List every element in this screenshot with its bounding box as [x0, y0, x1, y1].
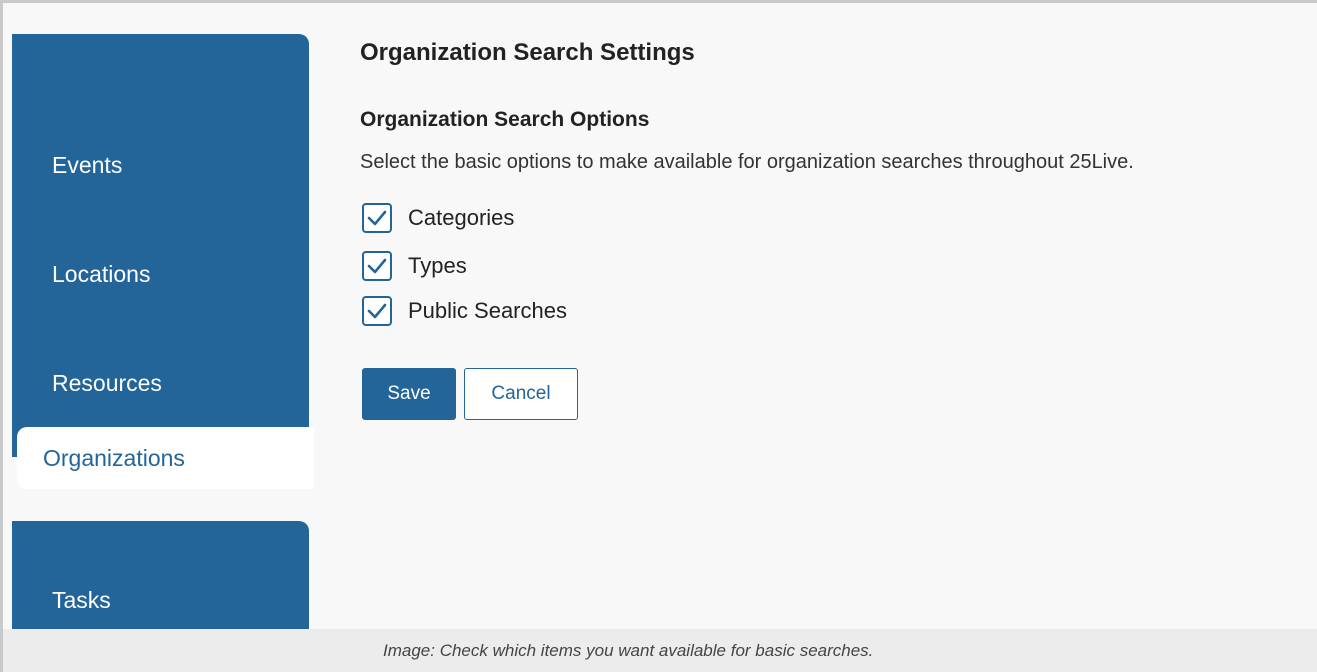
option-label: Public Searches — [408, 298, 567, 323]
section-description: Select the basic options to make availab… — [360, 151, 1134, 173]
option-public-searches[interactable]: Public Searches — [362, 296, 567, 326]
sidebar-bottom-block — [12, 521, 309, 632]
sidebar-item-organizations[interactable]: Organizations — [17, 427, 314, 489]
sidebar-item-locations[interactable]: Locations — [52, 259, 150, 289]
checkmark-icon — [367, 303, 387, 319]
image-caption: Image: Check which items you want availa… — [383, 640, 874, 660]
option-types[interactable]: Types — [362, 251, 467, 281]
app-frame: Events Locations Resources Tasks Organiz… — [0, 0, 1317, 672]
section-title: Organization Search Options — [360, 108, 650, 131]
categories-checkbox[interactable] — [362, 203, 392, 233]
cancel-button[interactable]: Cancel — [464, 368, 578, 420]
checkmark-icon — [367, 258, 387, 274]
save-button[interactable]: Save — [362, 368, 456, 420]
option-label: Types — [408, 253, 467, 278]
caption-bar: Image: Check which items you want availa… — [3, 629, 1317, 672]
page-title: Organization Search Settings — [360, 39, 695, 66]
sidebar-nav: Events Locations Resources Tasks — [12, 34, 309, 632]
sidebar-item-resources[interactable]: Resources — [52, 368, 162, 398]
public-searches-checkbox[interactable] — [362, 296, 392, 326]
sidebar-item-label: Organizations — [43, 444, 185, 471]
checkmark-icon — [367, 210, 387, 226]
sidebar-item-events[interactable]: Events — [52, 150, 122, 180]
sidebar-item-tasks[interactable]: Tasks — [52, 585, 111, 615]
option-categories[interactable]: Categories — [362, 203, 514, 233]
option-label: Categories — [408, 205, 515, 230]
types-checkbox[interactable] — [362, 251, 392, 281]
